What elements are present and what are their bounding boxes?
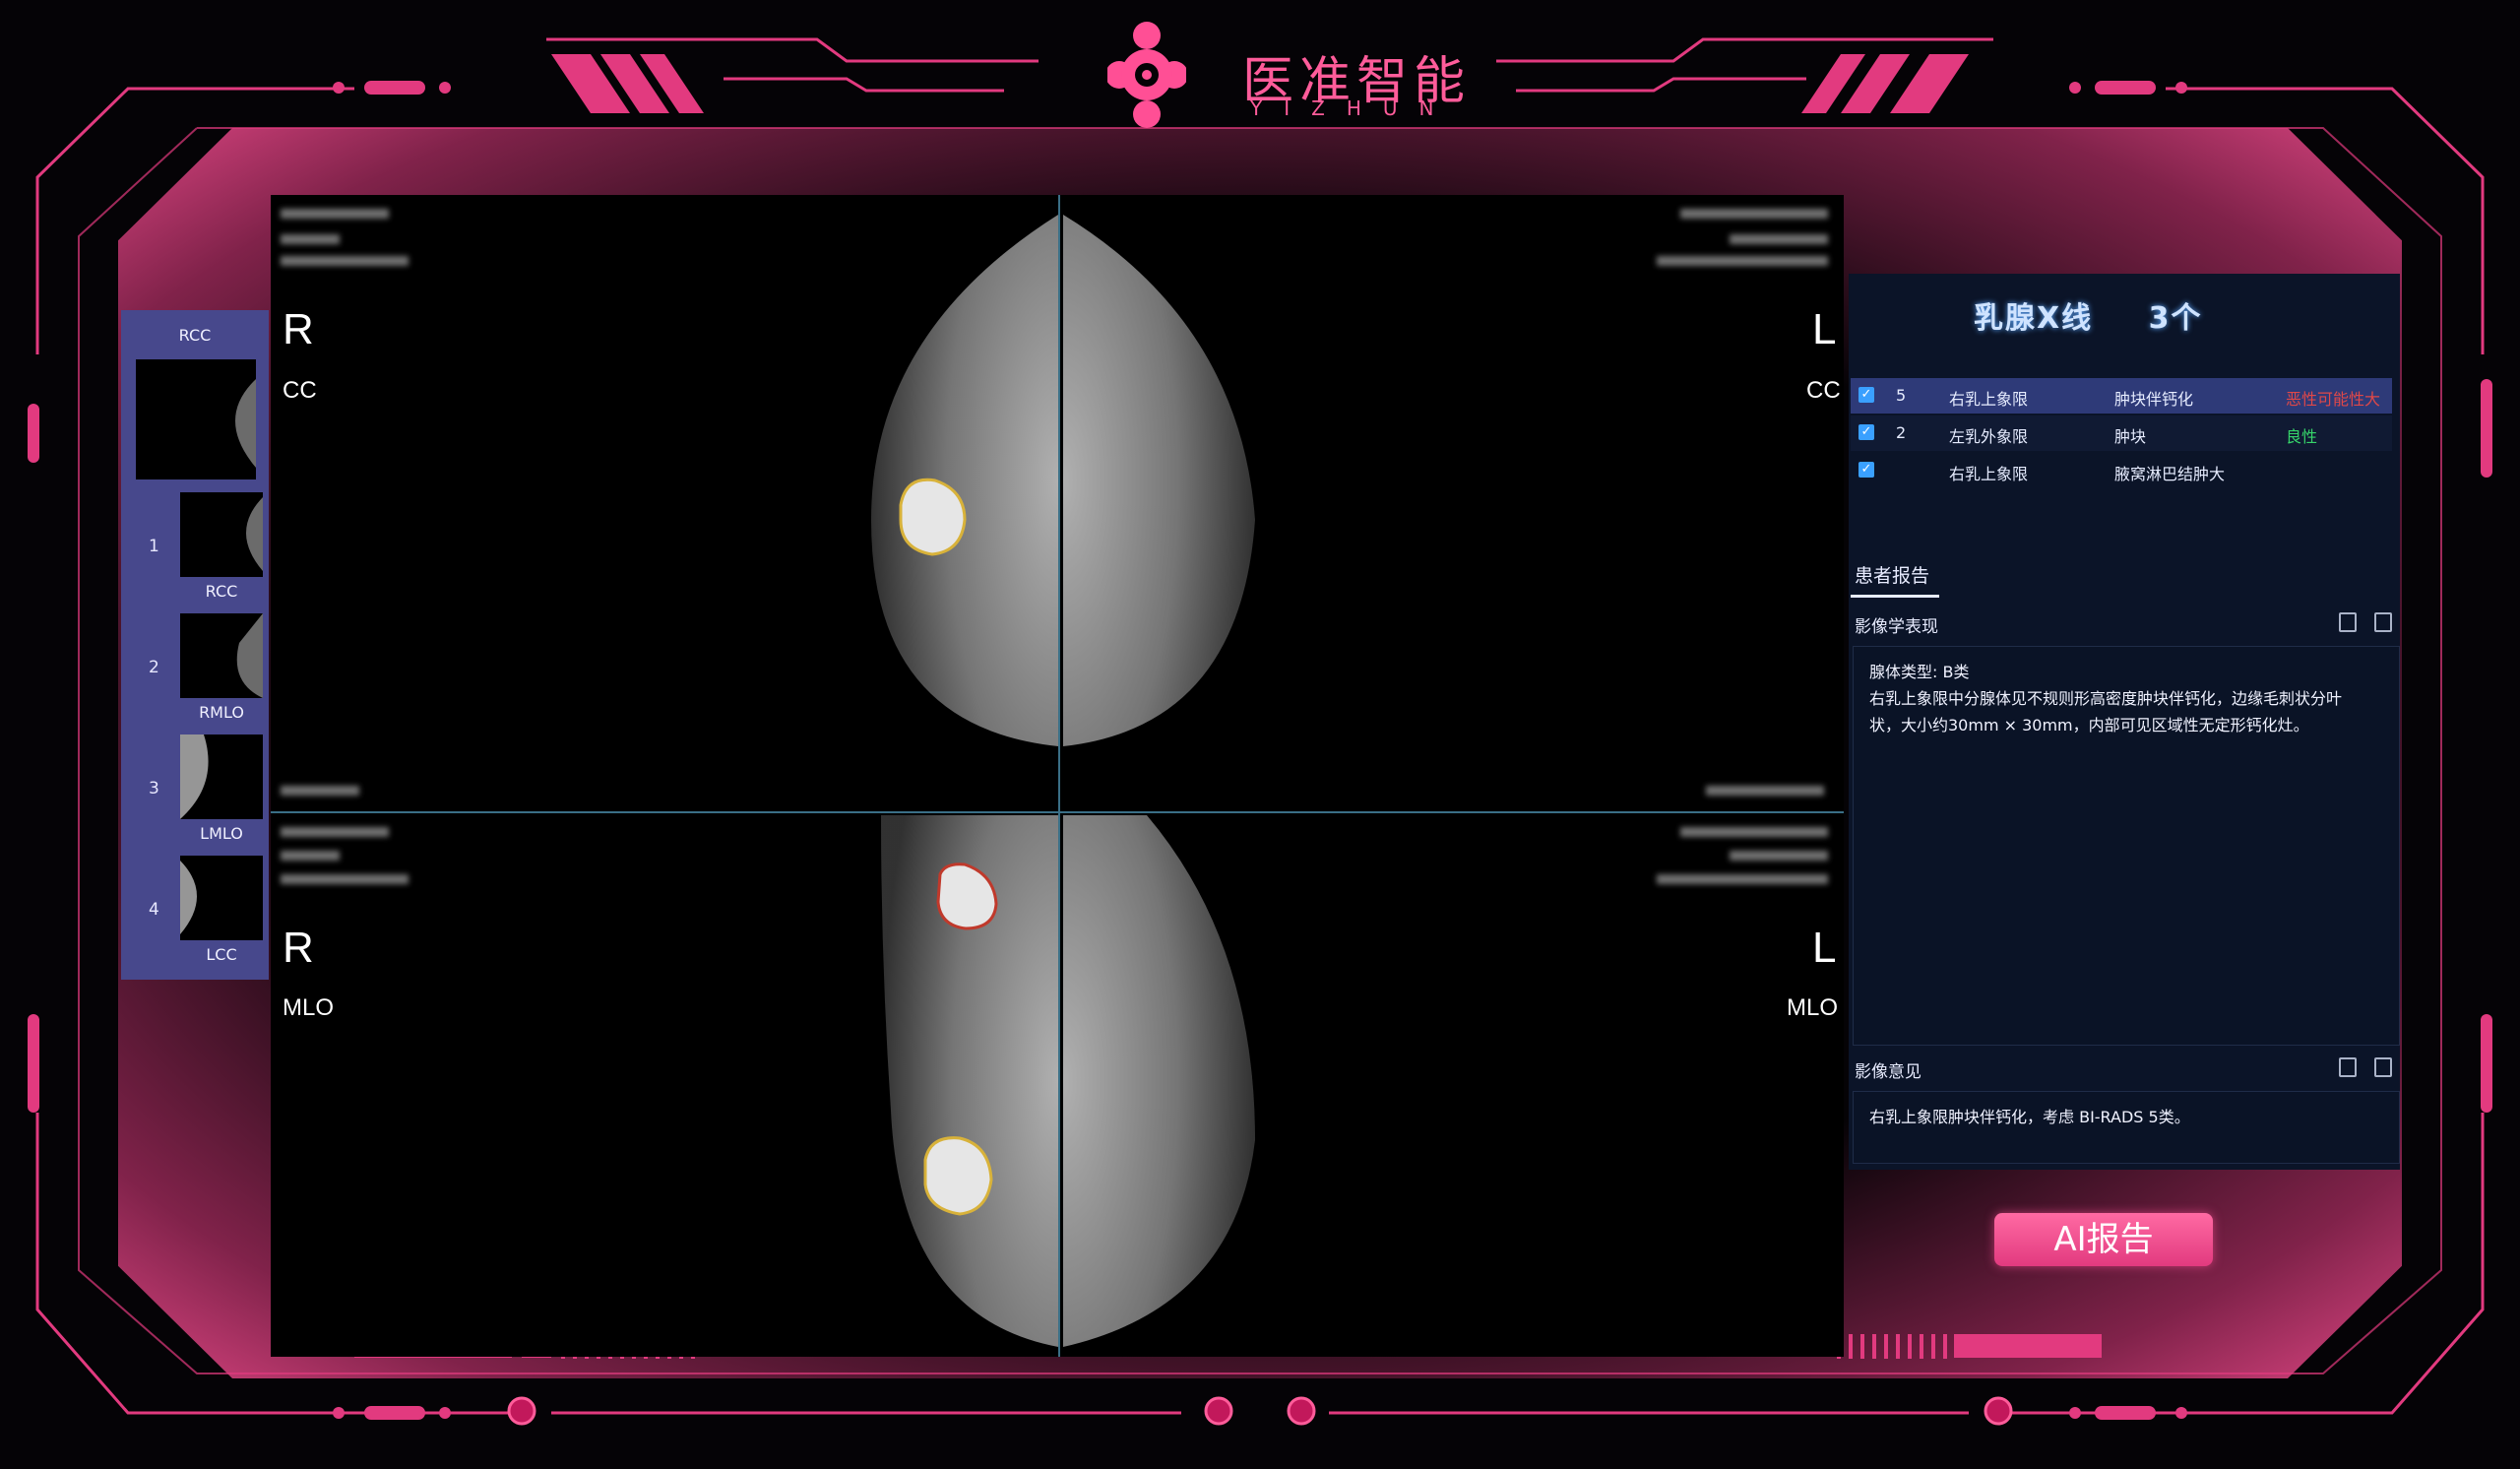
thumbnail-lmlo[interactable] [180, 734, 263, 819]
thumbnail-label-3: LMLO [200, 824, 243, 843]
thumbnail-top-label: RCC [178, 326, 212, 345]
imaging-findings-label: 影像学表现 [1855, 617, 1938, 637]
finding-type: 肿块伴钙化 [2114, 390, 2194, 409]
view-label-l-cc: CC [1806, 377, 1841, 404]
ai-report-button[interactable]: AI报告 [1994, 1213, 2213, 1266]
laterality-label-r-mlo: R [283, 924, 314, 972]
finding-checkbox[interactable]: ✓ [1858, 462, 1874, 478]
thumbnail-image [180, 734, 209, 819]
tab-patient-report[interactable]: 患者报告 [1855, 561, 1929, 588]
thumbnail-num-1: 1 [149, 537, 159, 556]
patient-info-blurred [281, 234, 340, 244]
lesion-contour-r-mlo-lower [923, 1136, 993, 1216]
finding-row[interactable]: ✓ 5 右乳上象限 肿块伴钙化 恶性可能性大 [1851, 378, 2392, 414]
finding-row[interactable]: ✓ 2 左乳外象限 肿块 良性 [1851, 415, 2392, 451]
panel-title: 乳腺X线 3个 [1974, 293, 2202, 337]
imaging-text-line-3: 状，大小约30mm × 30mm，内部可见区域性无定形钙化灶。 [1869, 716, 2309, 734]
paste-icon[interactable] [2374, 612, 2392, 632]
patient-info-blurred [1730, 234, 1828, 244]
thumbnail-image [180, 861, 197, 934]
lesion-contour-r-cc [899, 478, 967, 556]
copy-icon[interactable] [2339, 1057, 2357, 1077]
imaging-findings-box[interactable]: 腺体类型: B类 右乳上象限中分腺体见不规则形高密度肿块伴钙化，边缘毛刺状分叶 … [1853, 646, 2400, 1046]
impression-box[interactable]: 右乳上象限肿块伴钙化，考虑 BI-RADS 5类。 [1853, 1091, 2400, 1164]
finding-count: 3个 [2148, 301, 2203, 336]
finding-checkbox[interactable]: ✓ [1858, 387, 1874, 403]
thumbnail-current[interactable] [136, 359, 256, 479]
panel-title-text: 乳腺X线 [1974, 301, 2094, 336]
finding-row[interactable]: ✓ 右乳上象限 腋窝淋巴结肿大 [1851, 453, 2392, 488]
finding-checkbox[interactable]: ✓ [1858, 424, 1874, 440]
finding-location: 右乳上象限 [1949, 390, 2029, 409]
patient-info-blurred [281, 786, 359, 796]
thumbnail-lcc[interactable] [180, 856, 263, 940]
copy-icon[interactable] [2339, 612, 2357, 632]
impression-label: 影像意见 [1855, 1062, 1922, 1082]
thumbnail-label-4: LCC [206, 945, 237, 964]
imaging-text-line-2: 右乳上象限中分腺体见不规则形高密度肿块伴钙化，边缘毛刺状分叶 [1869, 689, 2343, 708]
finding-num: 5 [1896, 386, 1907, 405]
view-label-l-mlo: MLO [1787, 994, 1839, 1021]
view-label-r-mlo: MLO [283, 994, 335, 1021]
patient-info-blurred [281, 827, 389, 837]
divider-vertical [1058, 195, 1060, 1357]
brand-name-en: YIZHUN [1250, 96, 1456, 120]
divider-horizontal [271, 811, 1844, 813]
finding-type: 腋窝淋巴结肿大 [2114, 465, 2226, 483]
patient-info-blurred [281, 209, 389, 219]
patient-info-blurred [281, 874, 409, 884]
thumbnail-num-3: 3 [149, 779, 159, 798]
thumbnail-label-1: RCC [205, 582, 238, 601]
laterality-label-r-cc: R [283, 305, 314, 353]
view-label-r-cc: CC [283, 377, 317, 404]
finding-result: 恶性可能性大 [2286, 390, 2381, 409]
thumbnail-num-2: 2 [149, 658, 159, 677]
finding-type: 肿块 [2114, 427, 2147, 446]
logo-icon [1107, 22, 1186, 128]
impression-text: 右乳上象限肿块伴钙化，考虑 BI-RADS 5类。 [1869, 1108, 2190, 1126]
breast-r-cc [871, 215, 1058, 746]
image-viewer[interactable]: R CC L CC R MLO L MLO [271, 195, 1844, 1357]
paste-icon[interactable] [2374, 1057, 2392, 1077]
laterality-label-l-cc: L [1812, 305, 1837, 353]
patient-info-blurred [1657, 256, 1828, 266]
thumbnail-num-4: 4 [149, 900, 159, 920]
imaging-text-line-1: 腺体类型: B类 [1869, 663, 1970, 681]
thumbnail-image [236, 613, 263, 698]
finding-num: 2 [1896, 423, 1907, 442]
patient-info-blurred [1730, 851, 1828, 861]
mammogram-images [871, 215, 1255, 1347]
breast-l-cc [1063, 215, 1255, 746]
tab-underline [1851, 595, 1939, 598]
laterality-label-l-mlo: L [1812, 924, 1837, 972]
patient-info-blurred [1680, 827, 1828, 837]
thumbnail-image [246, 497, 263, 571]
thumbnail-image [235, 379, 256, 468]
breast-l-mlo [1063, 815, 1255, 1347]
thumbnail-rmlo[interactable] [180, 613, 263, 698]
finding-location: 右乳上象限 [1949, 465, 2029, 483]
finding-result: 良性 [2286, 427, 2318, 446]
thumbnail-rcc[interactable] [180, 492, 263, 577]
patient-info-blurred [281, 851, 340, 861]
patient-info-blurred [281, 256, 409, 266]
thumbnail-label-2: RMLO [199, 703, 244, 722]
patient-info-blurred [1680, 209, 1828, 219]
finding-location: 左乳外象限 [1949, 427, 2029, 446]
patient-info-blurred [1706, 786, 1824, 796]
thumbnail-panel: RCC 1 RCC 2 RMLO 3 LMLO 4 LCC [121, 310, 269, 980]
patient-info-blurred [1657, 874, 1828, 884]
